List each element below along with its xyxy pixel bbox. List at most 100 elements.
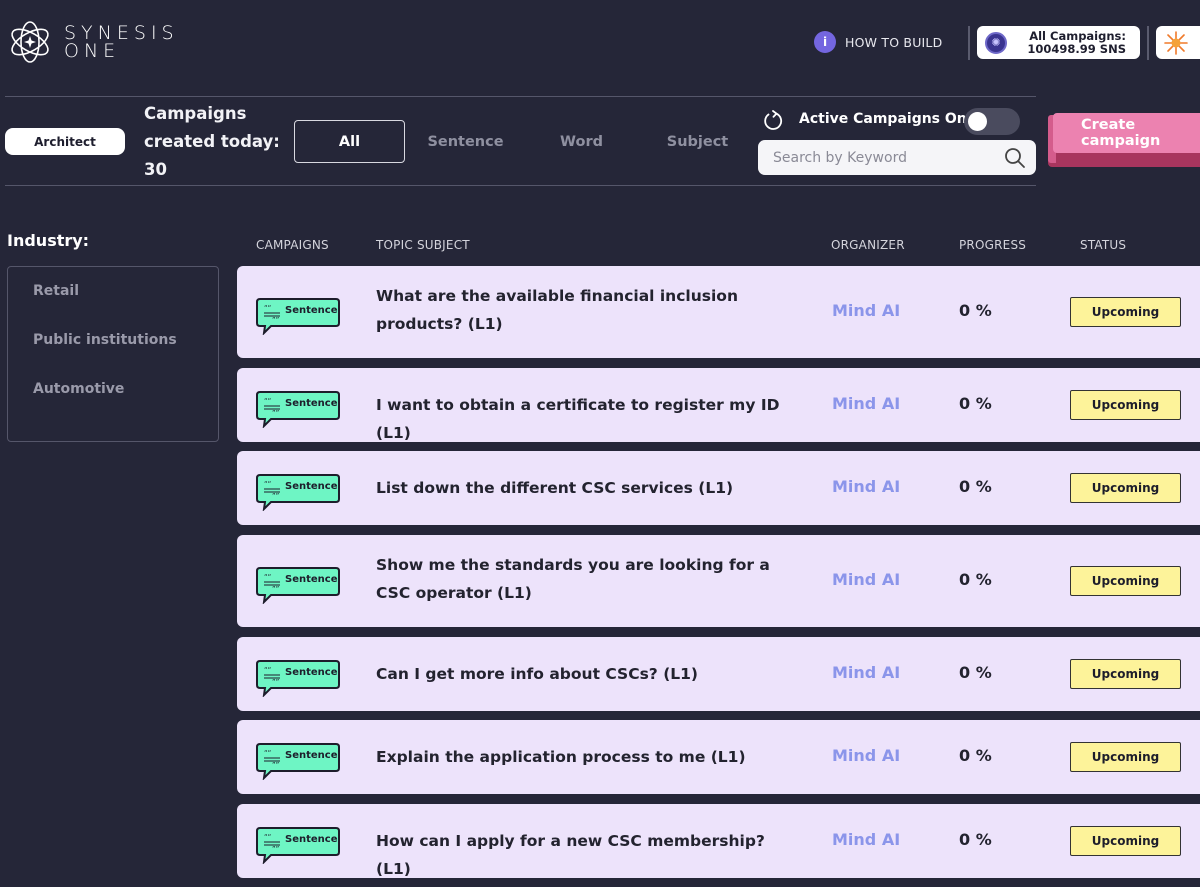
sns-token-icon: ✺: [985, 31, 1007, 54]
header-campaigns: CAMPAIGNS: [256, 238, 329, 252]
svg-text:””: ””: [272, 678, 279, 686]
svg-text:““: ““: [264, 833, 271, 841]
divider: [968, 26, 970, 60]
refresh-icon[interactable]: [762, 110, 784, 132]
all-campaigns-balance: ✺ All Campaigns: 100498.99 SNS: [977, 26, 1140, 59]
logo-line-2: ONE: [64, 40, 121, 62]
svg-text:””: ””: [272, 316, 279, 324]
campaigns-created-today: Campaigns created today: 30: [144, 100, 280, 184]
role-selector[interactable]: Architect: [5, 128, 125, 155]
header-progress: PROGRESS: [959, 238, 1027, 252]
sentence-speech-bubble-icon: ““ ””: [256, 827, 340, 864]
organizer-link[interactable]: Mind AI: [832, 570, 900, 589]
search-icon[interactable]: [1004, 147, 1026, 169]
svg-text:””: ””: [272, 585, 279, 593]
search-box: [758, 140, 1036, 175]
header-organizer: ORGANIZER: [831, 238, 905, 252]
created-today-label-2: created today:: [144, 132, 280, 151]
status-badge: Upcoming: [1070, 297, 1181, 327]
campaign-type-badge: ““ ”” Sentence: [255, 297, 341, 335]
progress-value: 0 %: [959, 746, 992, 765]
organizer-link[interactable]: Mind AI: [832, 663, 900, 682]
svg-text:““: ““: [264, 573, 271, 581]
topic-subject[interactable]: Can I get more info about CSCs? (L1): [376, 660, 796, 688]
svg-text:““: ““: [264, 397, 271, 405]
topic-subject[interactable]: Explain the application process to me (L…: [376, 743, 796, 771]
topic-subject[interactable]: What are the available financial inclusi…: [376, 282, 796, 338]
synesis-one-logo[interactable]: SYNESIS ONE: [8, 19, 179, 65]
sentence-speech-bubble-icon: ““ ””: [256, 567, 340, 604]
campaign-type-badge: ““ ”” Sentence: [255, 566, 341, 604]
campaign-type-label: Sentence: [285, 834, 338, 845]
divider: [5, 96, 1036, 97]
created-today-count: 30: [144, 160, 167, 179]
active-campaigns-only-label: Active Campaigns Only: [799, 111, 981, 127]
status-badge: Upcoming: [1070, 742, 1181, 772]
sentence-speech-bubble-icon: ““ ””: [256, 743, 340, 780]
campaign-type-badge: ““ ”” Sentence: [255, 742, 341, 780]
svg-text:““: ““: [264, 304, 271, 312]
topic-subject[interactable]: Show me the standards you are looking fo…: [376, 551, 796, 607]
campaign-type-label: Sentence: [285, 305, 338, 316]
campaign-type-badge: ““ ”” Sentence: [255, 473, 341, 511]
active-campaigns-toggle[interactable]: [964, 108, 1020, 135]
organizer-link[interactable]: Mind AI: [832, 830, 900, 849]
divider: [5, 185, 1036, 186]
campaign-type-label: Sentence: [285, 574, 338, 585]
industry-filter-list: Retail Public institutions Automotive: [7, 266, 219, 442]
progress-value: 0 %: [959, 830, 992, 849]
campaign-row[interactable]: ““ ”” Sentence What are the available fi…: [237, 266, 1200, 358]
topic-subject[interactable]: List down the different CSC services (L1…: [376, 474, 796, 502]
svg-text:””: ””: [272, 845, 279, 853]
tab-word[interactable]: Word: [526, 120, 637, 163]
campaign-row[interactable]: ““ ”” Sentence List down the different C…: [237, 451, 1200, 525]
topic-subject[interactable]: I want to obtain a certificate to regist…: [376, 391, 796, 447]
progress-value: 0 %: [959, 301, 992, 320]
tab-all[interactable]: All: [294, 120, 405, 163]
svg-text:””: ””: [272, 761, 279, 769]
status-badge: Upcoming: [1070, 659, 1181, 689]
industry-item-automotive[interactable]: Automotive: [8, 381, 218, 430]
created-today-label-1: Campaigns: [144, 104, 247, 123]
campaign-row[interactable]: ““ ”” Sentence Show me the standards you…: [237, 535, 1200, 627]
organizer-link[interactable]: Mind AI: [832, 301, 900, 320]
sentence-speech-bubble-icon: ““ ””: [256, 391, 340, 428]
search-input[interactable]: [758, 149, 1004, 166]
svg-text:””: ””: [272, 409, 279, 417]
topic-subject[interactable]: How can I apply for a new CSC membership…: [376, 827, 796, 883]
create-campaign-button-wrap: Create campaign: [1048, 113, 1200, 169]
campaign-row[interactable]: ““ ”” Sentence How can I apply for a new…: [237, 804, 1200, 878]
balance-value: 100498.99 SNS: [1027, 41, 1126, 56]
balance-label: All Campaigns:: [1029, 28, 1126, 43]
status-badge: Upcoming: [1070, 390, 1181, 420]
progress-value: 0 %: [959, 663, 992, 682]
campaign-row[interactable]: ““ ”” Sentence Explain the application p…: [237, 720, 1200, 794]
sentence-speech-bubble-icon: ““ ””: [256, 474, 340, 511]
industry-item-public-institutions[interactable]: Public institutions: [8, 332, 218, 381]
header-status: STATUS: [1080, 238, 1127, 252]
campaign-type-label: Sentence: [285, 750, 338, 761]
svg-text:””: ””: [272, 492, 279, 500]
tab-subject[interactable]: Subject: [642, 120, 753, 163]
svg-text:““: ““: [264, 666, 271, 674]
create-campaign-button[interactable]: Create campaign: [1053, 113, 1200, 153]
tab-sentence[interactable]: Sentence: [410, 120, 521, 163]
how-to-build-link[interactable]: i HOW TO BUILD: [814, 31, 942, 53]
wallet-button[interactable]: [1156, 26, 1200, 59]
campaign-row[interactable]: ““ ”” Sentence I want to obtain a certif…: [237, 368, 1200, 442]
status-badge: Upcoming: [1070, 566, 1181, 596]
sparkle-icon: [1164, 30, 1188, 55]
header-topic-subject: TOPIC SUBJECT: [376, 238, 470, 252]
sentence-speech-bubble-icon: ““ ””: [256, 660, 340, 697]
how-to-build-label: HOW TO BUILD: [845, 34, 943, 50]
campaign-row[interactable]: ““ ”” Sentence Can I get more info about…: [237, 637, 1200, 711]
industry-item-retail[interactable]: Retail: [8, 283, 218, 332]
sentence-speech-bubble-icon: ““ ””: [256, 298, 340, 335]
organizer-link[interactable]: Mind AI: [832, 394, 900, 413]
organizer-link[interactable]: Mind AI: [832, 746, 900, 765]
toggle-knob: [968, 112, 987, 131]
organizer-link[interactable]: Mind AI: [832, 477, 900, 496]
svg-text:““: ““: [264, 749, 271, 757]
campaign-type-label: Sentence: [285, 398, 338, 409]
status-badge: Upcoming: [1070, 826, 1181, 856]
